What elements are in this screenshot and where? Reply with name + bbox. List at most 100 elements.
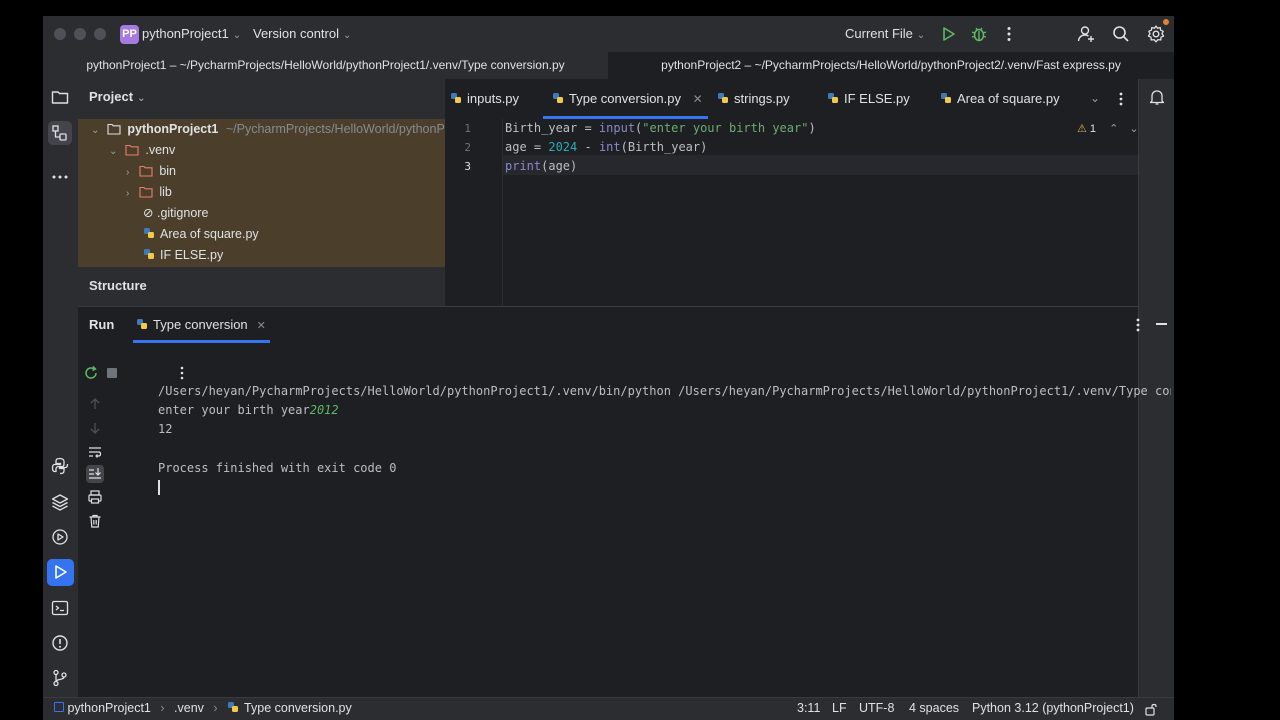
- project-badge: PP: [120, 25, 139, 44]
- layers-packages-icon[interactable]: [50, 492, 70, 512]
- search-icon[interactable]: [1111, 24, 1131, 44]
- hide-panel-icon[interactable]: [1156, 323, 1167, 325]
- run-config-selector[interactable]: Current File ⌄: [845, 26, 925, 41]
- tab-list-chevron-icon[interactable]: ⌄: [1090, 91, 1100, 105]
- breadcrumb-item[interactable]: pythonProject1: [67, 701, 150, 715]
- text-caret: [158, 480, 160, 495]
- run-tab-type-conversion[interactable]: Type conversion ✕: [133, 307, 270, 343]
- tab-strings[interactable]: strings.py: [717, 79, 790, 119]
- tab-if-else[interactable]: IF ELSE.py: [827, 79, 910, 119]
- minimize-window-button[interactable]: [74, 28, 86, 40]
- run-tool-icon[interactable]: [50, 562, 70, 582]
- tab-label: IF ELSE.py: [844, 91, 910, 106]
- python-interpreter[interactable]: Python 3.12 (pythonProject1): [972, 701, 1134, 715]
- next-highlight-icon[interactable]: ⌄: [1129, 123, 1138, 135]
- python-console-icon[interactable]: [50, 456, 70, 476]
- project-name: pythonProject1: [142, 26, 229, 41]
- vcs-menu[interactable]: Version control ⌄: [253, 26, 351, 41]
- code-line-1: Birth_year = input("enter your birth yea…: [505, 119, 816, 138]
- run-icon[interactable]: [938, 24, 958, 44]
- run-options-icon[interactable]: [1130, 316, 1146, 334]
- scroll-down-icon[interactable]: [86, 419, 104, 437]
- tree-item-gitignore[interactable]: ⊘ .gitignore: [143, 203, 208, 224]
- code-token: -: [577, 140, 599, 154]
- python-file-icon: [144, 228, 154, 238]
- code-line-2: age = 2024 - int(Birth_year): [505, 138, 707, 157]
- rerun-icon[interactable]: [83, 365, 99, 381]
- tree-item-area-of-square[interactable]: Area of square.py: [143, 224, 259, 245]
- structure-panel-title[interactable]: Structure: [89, 278, 147, 293]
- run-config-label: Current File: [845, 26, 913, 41]
- close-tab-icon[interactable]: ✕: [693, 92, 703, 106]
- breadcrumb-item[interactable]: Type conversion.py: [244, 701, 352, 715]
- tree-item-lib[interactable]: › lib: [126, 182, 172, 203]
- console-output[interactable]: /Users/heyan/PycharmProjects/HelloWorld/…: [158, 362, 1171, 495]
- run-tab-label: Type conversion: [153, 317, 248, 332]
- debug-icon[interactable]: [969, 24, 989, 44]
- console-output-line: 12: [158, 422, 173, 436]
- line-separator[interactable]: LF: [832, 701, 847, 715]
- more-actions-icon[interactable]: [999, 24, 1019, 44]
- project-panel-header[interactable]: Project ⌄: [89, 89, 145, 104]
- tree-item-label: .venv: [145, 143, 176, 157]
- git-branch-icon[interactable]: [50, 668, 70, 688]
- tab-type-conversion[interactable]: Type conversion.py ✕: [543, 79, 708, 119]
- print-icon[interactable]: [86, 488, 104, 506]
- zoom-window-button[interactable]: [94, 28, 106, 40]
- chevron-right-icon: ›: [213, 701, 218, 715]
- soft-wrap-icon[interactable]: [86, 443, 104, 461]
- file-encoding[interactable]: UTF-8: [859, 701, 894, 715]
- current-line-highlight: [502, 155, 1138, 175]
- tab-label: Type conversion.py: [569, 91, 682, 106]
- prev-highlight-icon[interactable]: ⌃: [1109, 123, 1118, 135]
- close-window-button[interactable]: [54, 28, 66, 40]
- run-panel: Run Type conversion ✕ /Users/heyan/Pycha…: [78, 306, 1171, 698]
- console-command-line: /Users/heyan/PycharmProjects/HelloWorld/…: [158, 384, 1171, 398]
- breadcrumb: pythonProject1 › .venv › Type conversion…: [54, 701, 352, 715]
- clear-all-trash-icon[interactable]: [86, 512, 104, 530]
- scroll-to-end-icon[interactable]: [86, 465, 104, 483]
- problems-icon[interactable]: [50, 633, 70, 653]
- structure-icon[interactable]: [48, 121, 72, 145]
- notifications-bell-icon[interactable]: [1147, 87, 1167, 107]
- code-token: "enter your birth year": [642, 121, 809, 135]
- settings-gear-icon[interactable]: [1146, 24, 1166, 44]
- tree-item-root[interactable]: ⌄ pythonProject1 ~/PycharmProjects/Hello…: [91, 119, 459, 140]
- project-switcher[interactable]: pythonProject1 ⌄: [142, 26, 241, 41]
- folder-icon: [107, 123, 121, 135]
- chevron-down-icon: ⌄: [109, 146, 118, 157]
- chevron-right-icon: ›: [126, 188, 130, 199]
- code-token: ): [808, 121, 816, 135]
- code-token: input: [598, 121, 636, 135]
- tree-item-if-else[interactable]: IF ELSE.py: [143, 245, 223, 266]
- tab-more-icon[interactable]: [1113, 90, 1129, 108]
- close-run-tab-icon[interactable]: ✕: [257, 320, 266, 332]
- tree-item-bin[interactable]: › bin: [126, 161, 176, 182]
- code-editor[interactable]: 1 2 3 Birth_year = input("enter your bir…: [445, 119, 1139, 306]
- indent-setting[interactable]: 4 spaces: [909, 701, 959, 715]
- scroll-up-icon[interactable]: [86, 395, 104, 413]
- chevron-right-icon: ›: [160, 701, 165, 715]
- tab-inputs[interactable]: inputs.py: [450, 79, 519, 119]
- console-user-input: 2012: [309, 403, 339, 417]
- breadcrumb-item[interactable]: .venv: [174, 701, 204, 715]
- python-file-icon: [137, 319, 147, 329]
- inspection-widget[interactable]: ⚠ 1 ⌃ ⌄: [1077, 122, 1139, 135]
- terminal-icon[interactable]: [50, 598, 70, 618]
- add-user-icon[interactable]: [1076, 24, 1096, 44]
- caret-position[interactable]: 3:11: [797, 701, 820, 715]
- chevron-down-icon: ⌄: [232, 30, 242, 41]
- tab-label: Area of square.py: [957, 91, 1060, 106]
- window-path-right[interactable]: pythonProject2 – ~/PycharmProjects/Hello…: [608, 52, 1174, 79]
- line-number-gutter: 1 2 3: [445, 119, 503, 306]
- unlock-file-icon[interactable]: [1144, 702, 1158, 716]
- window-path-left[interactable]: pythonProject1 – ~/PycharmProjects/Hello…: [43, 52, 608, 79]
- project-folder-icon[interactable]: [50, 87, 70, 107]
- tab-area-of-square[interactable]: Area of square.py: [940, 79, 1060, 119]
- tree-item-venv[interactable]: ⌄ .venv: [109, 140, 175, 161]
- warning-count: 1: [1089, 123, 1096, 135]
- services-icon[interactable]: [50, 527, 70, 547]
- more-tools-icon[interactable]: [50, 167, 70, 187]
- run-panel-title: Run: [89, 317, 115, 332]
- stop-icon[interactable]: [107, 368, 117, 378]
